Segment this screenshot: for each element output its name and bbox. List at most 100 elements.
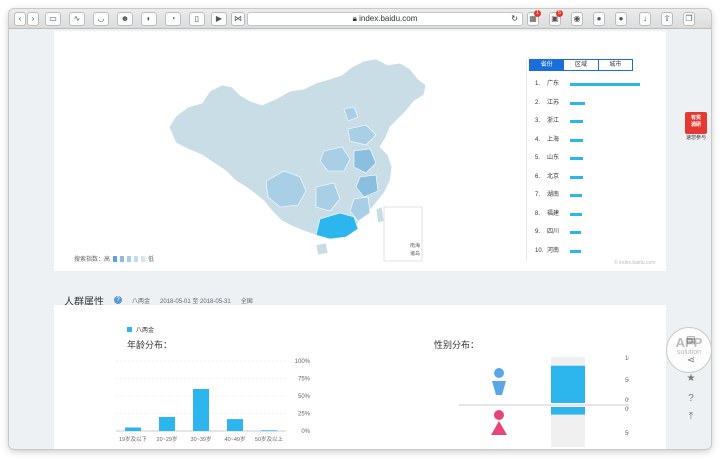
ranking-name: 山东	[547, 155, 560, 161]
ranking-item[interactable]: 3. 浙江	[535, 116, 660, 126]
legend-low-label: 低	[148, 257, 155, 263]
star-icon[interactable]: ★	[685, 373, 697, 385]
china-map[interactable]: 南海 诸岛	[54, 31, 524, 271]
profile-button[interactable]: ☻	[117, 12, 133, 26]
video-button[interactable]: ▶	[211, 12, 227, 26]
ranking-item[interactable]: 9. 四川	[535, 227, 660, 237]
dot-icon: ●	[618, 14, 624, 23]
share-icon[interactable]: ⋖	[685, 355, 697, 367]
ext-button-6[interactable]: ↓	[639, 12, 651, 26]
link-icon: ∿	[73, 14, 81, 23]
share-button[interactable]: ⇧	[661, 12, 673, 26]
legend-swatch	[113, 255, 118, 262]
section-keyword: 八两金	[132, 298, 151, 305]
ranking-number: 8.	[535, 210, 541, 217]
tab-city[interactable]: 城市	[597, 60, 632, 70]
ranking-item[interactable]: 6. 北京	[535, 172, 660, 182]
ranking-number: 7.	[535, 192, 541, 198]
demographics-panel: 八两金 年龄分布： 性别分布： 100% 75% 50% 25% 0% 19岁及以下 20~…	[54, 305, 666, 449]
rss-icon: ◔	[170, 14, 176, 23]
ranking-number: 9.	[535, 229, 541, 235]
section-date-range[interactable]: 2018-05-01 至 2018-05-31	[160, 296, 231, 305]
ranking-tabs: 省份 区域 城市	[529, 59, 633, 71]
browser-window: ‹ › ▭ ∿ ◡ ☻ ◐ ◔ ▯ ▶ ⋈ 🔒︎ index.baidu.com…	[9, 9, 711, 449]
ranking-item[interactable]: 8. 福建	[535, 209, 660, 219]
rss-button[interactable]: ◔	[165, 12, 181, 26]
ranking-item[interactable]: 10. 河南	[535, 246, 660, 256]
age-distribution-chart: 100% 75% 50% 25% 0% 19岁及以下 20~29岁 30~39岁 40~49岁 5…	[116, 359, 311, 443]
map-province-taiwan[interactable]	[375, 206, 385, 224]
chevron-right-icon: ›	[31, 14, 35, 23]
share-icon: ⇧	[663, 14, 671, 23]
ranking-item[interactable]: 7. 湖南	[535, 190, 660, 200]
ext-button-2[interactable]: ▣ 5	[549, 10, 563, 26]
ranking-item[interactable]: 2. 江苏	[535, 98, 660, 108]
phone-icon: ▯	[194, 14, 200, 23]
male-icon	[494, 368, 504, 378]
section-region[interactable]: 全国	[241, 296, 253, 305]
forward-button[interactable]: ›	[27, 12, 39, 26]
ranking-name: 浙江	[547, 118, 560, 124]
x-tick-label: 30~39岁	[191, 435, 212, 443]
ranking-name: 北京	[547, 173, 560, 180]
pocket-icon: ◡	[97, 14, 105, 23]
bow-button[interactable]: ⋈	[231, 12, 245, 26]
back-to-top-icon[interactable]: ⤒	[685, 411, 697, 423]
age-bar	[261, 430, 277, 432]
question-icon[interactable]: ?	[114, 296, 122, 304]
ranking-item[interactable]: 5. 山东	[535, 153, 660, 163]
ranking-number: 1.	[535, 81, 541, 87]
ext-button-5[interactable]: ●	[615, 12, 627, 26]
region-ranking: 省份 区域 城市 1. 广东 2. 江苏 3. 浙江 4. 上海 5. 山东 6. 北京 7. 湖南 8. 福…	[526, 59, 661, 261]
ranking-bar	[570, 138, 584, 142]
ranking-item[interactable]: 4. 上海	[535, 135, 660, 145]
gender-chart-title: 性别分布：	[434, 340, 480, 350]
ranking-number: 5.	[535, 155, 541, 161]
map-watermark: © index.baidu.com	[614, 260, 656, 266]
y-tick-label: 50%	[298, 394, 311, 400]
ext-button-3[interactable]: ◉	[571, 12, 583, 26]
female-bar	[551, 407, 585, 415]
y-tick-label: 0%	[625, 407, 629, 413]
user-icon: ☻	[120, 14, 130, 23]
survey-ad[interactable]: 有奖 调研 速您参与	[683, 112, 709, 142]
age-bar	[125, 427, 141, 431]
tab-region[interactable]: 区域	[563, 60, 598, 70]
tabs-icon: ❐	[685, 14, 693, 23]
ranking-bar	[570, 120, 584, 123]
tabs-button[interactable]: ❐	[683, 12, 695, 26]
ranking-item[interactable]: 1. 广东	[535, 79, 660, 89]
extension-button[interactable]: ∿	[69, 12, 85, 26]
male-icon	[492, 381, 506, 395]
age-bar	[159, 417, 175, 431]
map-province-hainan[interactable]	[315, 242, 329, 256]
ext-button-4[interactable]: ●	[593, 12, 605, 26]
reload-icon[interactable]: ↻	[511, 13, 518, 25]
ranking-bar	[570, 101, 585, 105]
age-bar	[227, 419, 243, 431]
back-button[interactable]: ‹	[14, 12, 26, 26]
y-tick-label: 100%	[625, 356, 629, 362]
y-tick-label: 0%	[625, 398, 629, 404]
ad-caption: 速您参与	[685, 135, 706, 141]
inset-label: 南海	[410, 242, 420, 249]
info-icon: ●	[596, 14, 602, 23]
ext-button-1[interactable]: ▦ 1	[527, 10, 541, 26]
region-map-panel: 南海 诸岛 搜索指数：高 低 省份 区域 城市 1. 广东 2. 江苏 3. 浙江 4. 上海…	[54, 31, 666, 271]
mobile-button[interactable]: ▯	[189, 12, 205, 26]
feedback-icon[interactable]: ▤	[685, 335, 697, 347]
legend-high-label: 搜索指数：高	[74, 257, 111, 263]
legend-swatch	[134, 255, 139, 262]
age-chart-title: 年龄分布：	[127, 340, 173, 350]
pocket-button[interactable]: ◡	[93, 12, 109, 26]
download-button[interactable]: ◐	[141, 12, 157, 26]
demographics-legend: 八两金	[127, 325, 154, 334]
tab-province[interactable]: 省份	[530, 60, 564, 70]
help-icon[interactable]: ?	[685, 393, 697, 405]
ranking-bar	[570, 83, 640, 86]
sidebar-button[interactable]: ▭	[45, 12, 61, 26]
address-bar[interactable]: 🔒︎ index.baidu.com ↻	[247, 12, 523, 26]
ranking-bar	[570, 194, 582, 197]
y-tick-label: 50%	[625, 431, 629, 437]
survey-badge[interactable]: 有奖 调研	[685, 112, 707, 134]
